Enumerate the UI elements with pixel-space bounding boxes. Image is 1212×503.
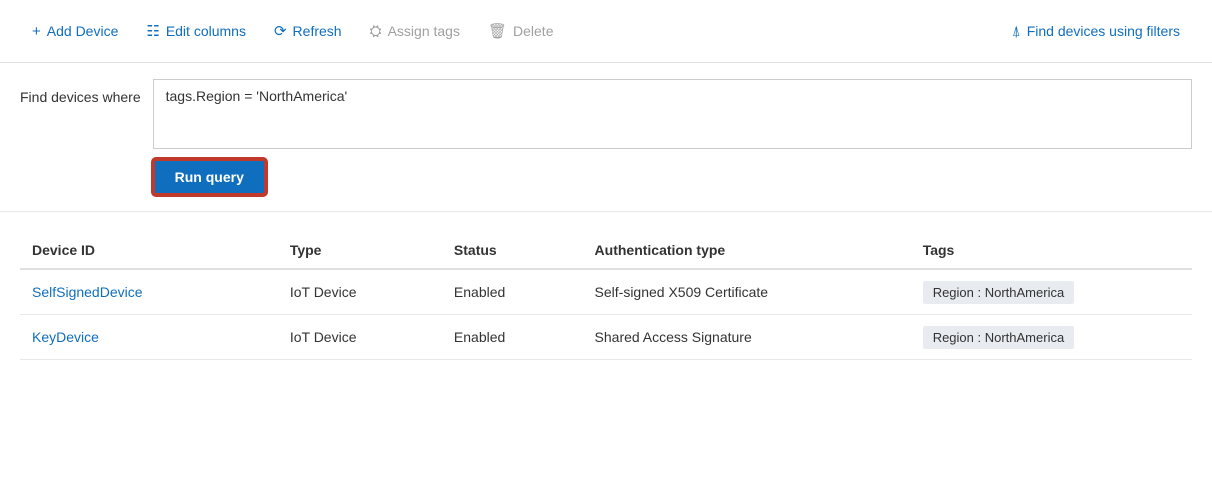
col-header-device-id: Device ID (20, 232, 278, 269)
tags-cell: Region : NorthAmerica (911, 315, 1192, 360)
tag-badge: Region : NorthAmerica (923, 281, 1075, 304)
query-input[interactable]: tags.Region = 'NorthAmerica' (153, 79, 1192, 149)
auth-type-cell: Self-signed X509 Certificate (583, 269, 911, 315)
assign-tags-label: Assign tags (388, 23, 460, 39)
delete-label: Delete (513, 23, 553, 39)
refresh-button[interactable]: ⟳ Refresh (262, 16, 354, 46)
filter-icon: ⍋ (1012, 23, 1021, 40)
device-id-link[interactable]: SelfSignedDevice (32, 284, 143, 300)
tags-cell: Region : NorthAmerica (911, 269, 1192, 315)
toolbar: + Add Device ☷ Edit columns ⟳ Refresh ⛭ … (0, 0, 1212, 63)
add-device-label: Add Device (47, 23, 119, 39)
find-devices-button[interactable]: ⍋ Find devices using filters (1000, 17, 1192, 46)
delete-icon: 🗑 (488, 22, 507, 40)
status-cell: Enabled (442, 315, 583, 360)
table-row: SelfSignedDevice IoT DeviceEnabledSelf-si… (20, 269, 1192, 315)
assign-tags-button[interactable]: ⛭ Assign tags (358, 17, 472, 46)
query-section: Find devices where tags.Region = 'NorthA… (0, 63, 1212, 212)
devices-table: Device ID Type Status Authentication typ… (20, 232, 1192, 360)
find-devices-label: Find devices using filters (1027, 23, 1180, 39)
tag-icon: ⛭ (370, 23, 382, 40)
plus-icon: + (32, 23, 41, 40)
delete-button[interactable]: 🗑 Delete (476, 16, 566, 46)
query-label: Find devices where (20, 79, 141, 105)
toolbar-right: ⍋ Find devices using filters (1000, 17, 1192, 46)
refresh-label: Refresh (293, 23, 342, 39)
status-cell: Enabled (442, 269, 583, 315)
refresh-icon: ⟳ (274, 22, 287, 40)
auth-type-cell: Shared Access Signature (583, 315, 911, 360)
tag-badge: Region : NorthAmerica (923, 326, 1075, 349)
columns-icon: ☷ (146, 22, 159, 40)
col-header-status: Status (442, 232, 583, 269)
table-body: SelfSignedDevice IoT DeviceEnabledSelf-si… (20, 269, 1192, 360)
edit-columns-label: Edit columns (166, 23, 246, 39)
toolbar-left: + Add Device ☷ Edit columns ⟳ Refresh ⛭ … (20, 16, 996, 46)
add-device-button[interactable]: + Add Device (20, 17, 130, 46)
device-id-cell: KeyDevice (20, 315, 278, 360)
table-row: KeyDevice IoT DeviceEnabledShared Access … (20, 315, 1192, 360)
query-right: tags.Region = 'NorthAmerica' Run query (153, 79, 1192, 195)
type-cell: IoT Device (278, 315, 442, 360)
device-id-link[interactable]: KeyDevice (32, 329, 99, 345)
table-header: Device ID Type Status Authentication typ… (20, 232, 1192, 269)
col-header-auth-type: Authentication type (583, 232, 911, 269)
col-header-tags: Tags (911, 232, 1192, 269)
edit-columns-button[interactable]: ☷ Edit columns (134, 16, 258, 46)
type-cell: IoT Device (278, 269, 442, 315)
table-section: Device ID Type Status Authentication typ… (0, 212, 1212, 380)
device-id-cell: SelfSignedDevice (20, 269, 278, 315)
run-query-button[interactable]: Run query (153, 159, 266, 195)
col-header-type: Type (278, 232, 442, 269)
